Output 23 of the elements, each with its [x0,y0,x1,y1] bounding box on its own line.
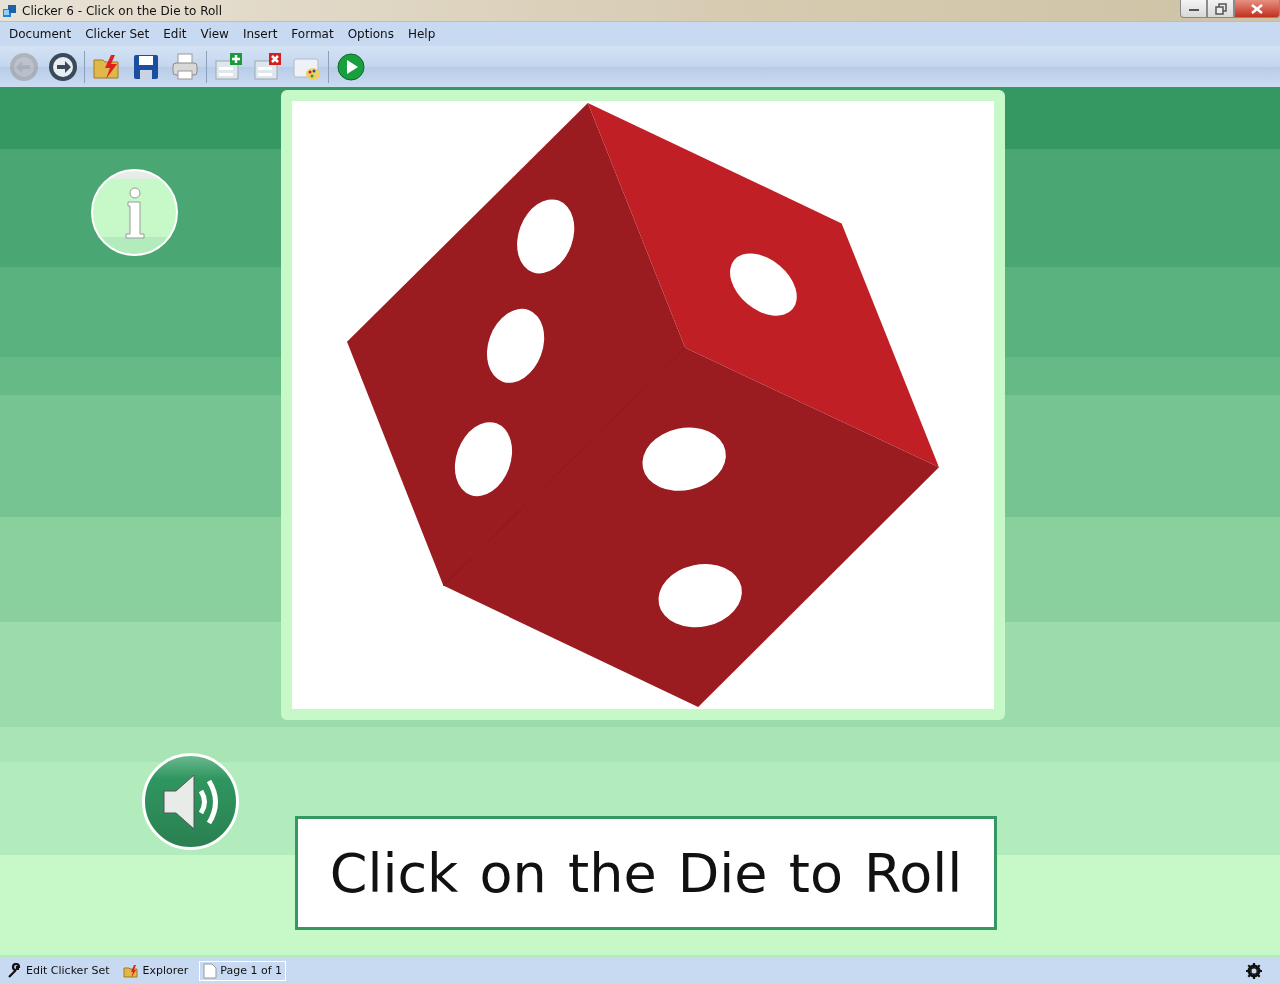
folder-icon [123,962,140,979]
page-indicator[interactable]: Page 1 of 1 [199,960,286,981]
settings-icon[interactable] [1246,962,1262,979]
menu-item[interactable]: Options [340,27,401,41]
close-icon [1251,3,1263,14]
menu-item[interactable]: Edit [156,27,194,41]
menu-item[interactable]: View [193,27,236,41]
menu-item[interactable]: Document [2,27,79,41]
minimize-button[interactable] [1180,0,1207,18]
restore-button[interactable] [1207,0,1234,18]
window-title: Clicker 6 - Click on the Die to Roll [22,3,222,18]
restore-icon [1214,2,1227,15]
explorer-button[interactable]: Explorer [120,961,192,980]
edit-button[interactable]: Edit Clicker Set [4,961,113,980]
sentence-cell[interactable]: Click on the Die to Roll [295,816,997,930]
wrench-icon [7,962,23,979]
menu-item[interactable]: Format [284,27,341,41]
close-button[interactable] [1234,0,1280,18]
menu-item[interactable]: Clicker Set [78,27,157,41]
app-icon [3,3,17,18]
menu-item[interactable]: Help [400,27,443,41]
menu-item[interactable]: Insert [235,27,285,41]
page-icon [203,962,218,979]
